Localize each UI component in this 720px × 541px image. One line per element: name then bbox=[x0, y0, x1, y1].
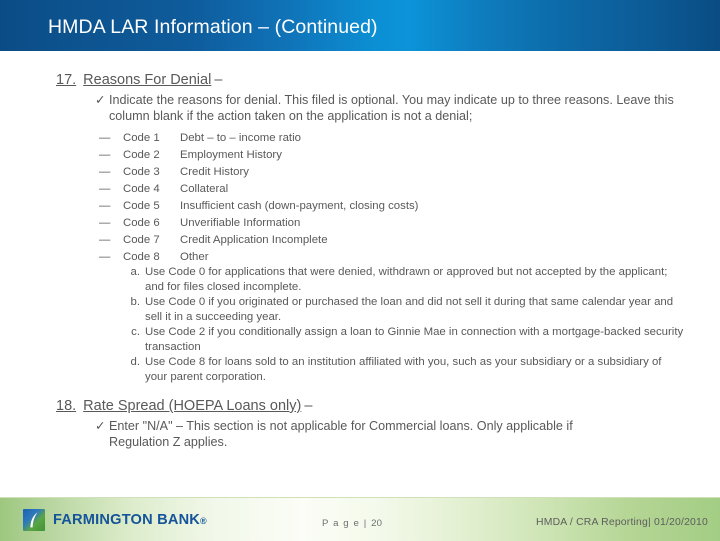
code-label: Code 7 bbox=[123, 234, 160, 246]
table-row: — Code 6 Unverifiable Information bbox=[99, 215, 418, 232]
code-label: Code 8 bbox=[123, 251, 160, 263]
note-label: a. bbox=[130, 266, 141, 278]
code-dash: — bbox=[99, 132, 111, 144]
note-label: c. bbox=[131, 326, 140, 338]
table-row: — Code 3 Credit History bbox=[99, 164, 418, 181]
note-text: Use Code 0 for applications that were de… bbox=[145, 266, 668, 293]
table-row: — Code 4 Collateral bbox=[99, 181, 418, 198]
slide-body: 17. Reasons For Denial – ✓ Indicate the re… bbox=[0, 51, 720, 491]
note-label: d. bbox=[130, 356, 141, 368]
item-17-bullet-text: Indicate the reasons for denial. This fi… bbox=[109, 93, 674, 123]
code-description: Debt – to – income ratio bbox=[180, 132, 301, 144]
code-dash: — bbox=[99, 149, 111, 161]
item-17-bullet: ✓ Indicate the reasons for denial. This … bbox=[95, 93, 680, 124]
footer-brand-wordmark: FARMINGTON BANK® bbox=[53, 512, 207, 528]
list-item: d. Use Code 8 for loans sold to an insti… bbox=[123, 355, 685, 385]
code-description: Credit History bbox=[180, 166, 249, 178]
item-18-title: Rate Spread (HOEPA Loans only) bbox=[83, 398, 302, 414]
code-label: Code 6 bbox=[123, 217, 160, 229]
code-dash: — bbox=[99, 166, 111, 178]
code-description: Other bbox=[180, 251, 209, 263]
code-label: Code 3 bbox=[123, 166, 160, 178]
denial-code-table: — Code 1 Debt – to – income ratio — Code… bbox=[99, 130, 418, 266]
table-row: — Code 5 Insufficient cash (down-payment… bbox=[99, 198, 418, 215]
item-18-bullet-text: Enter "N/A" – This section is not applic… bbox=[109, 419, 573, 449]
item-17-number: 17. bbox=[56, 72, 77, 88]
denial-notes-list: a. Use Code 0 for applications that were… bbox=[123, 265, 685, 385]
footer-doc-info: HMDA / CRA Reporting| 01/20/2010 bbox=[536, 517, 708, 528]
item-18-dash: – bbox=[304, 398, 313, 414]
code-description: Unverifiable Information bbox=[180, 217, 301, 229]
code-dash: — bbox=[99, 200, 111, 212]
page-indicator: P a g e | 20 bbox=[322, 518, 382, 529]
code-dash: — bbox=[99, 251, 111, 263]
item-18-bullet: ✓ Enter "N/A" – This section is not appl… bbox=[95, 419, 630, 450]
code-label: Code 4 bbox=[123, 183, 160, 195]
code-label: Code 1 bbox=[123, 132, 160, 144]
note-text: Use Code 0 if you originated or purchase… bbox=[145, 296, 674, 323]
check-icon: ✓ bbox=[95, 93, 106, 107]
slide-title-bar: HMDA LAR Information – (Continued) bbox=[0, 0, 720, 51]
page-number: 20 bbox=[371, 518, 383, 529]
code-description: Insufficient cash (down-payment, closing… bbox=[180, 200, 419, 212]
wordmark-trademark: ® bbox=[200, 516, 207, 526]
item-17-title: Reasons For Denial bbox=[83, 72, 212, 88]
code-label: Code 5 bbox=[123, 200, 160, 212]
code-description: Credit Application Incomplete bbox=[180, 234, 328, 246]
note-text: Use Code 8 for loans sold to an institut… bbox=[145, 356, 662, 383]
page-label: P a g e | bbox=[322, 518, 368, 529]
list-item-18-heading: 18. Rate Spread (HOEPA Loans only) – bbox=[56, 398, 312, 414]
note-label: b. bbox=[130, 296, 141, 308]
code-dash: — bbox=[99, 217, 111, 229]
item-17-dash: – bbox=[214, 72, 223, 88]
table-row: — Code 1 Debt – to – income ratio bbox=[99, 130, 418, 147]
table-row: — Code 2 Employment History bbox=[99, 147, 418, 164]
list-item: a. Use Code 0 for applications that were… bbox=[123, 265, 685, 295]
code-description: Collateral bbox=[180, 183, 229, 195]
table-row: — Code 8 Other bbox=[99, 249, 418, 266]
list-item: b. Use Code 0 if you originated or purch… bbox=[123, 295, 685, 325]
farmington-bank-leaf-logo-icon bbox=[23, 509, 45, 531]
table-row: — Code 7 Credit Application Incomplete bbox=[99, 232, 418, 249]
item-18-number: 18. bbox=[56, 398, 77, 414]
code-label: Code 2 bbox=[123, 149, 160, 161]
page-title: HMDA LAR Information – (Continued) bbox=[48, 16, 378, 38]
wordmark-text: FARMINGTON BANK bbox=[53, 512, 201, 528]
code-dash: — bbox=[99, 234, 111, 246]
leaf-icon bbox=[30, 512, 38, 528]
code-description: Employment History bbox=[180, 149, 282, 161]
list-item-17-heading: 17. Reasons For Denial – bbox=[56, 72, 222, 88]
code-dash: — bbox=[99, 183, 111, 195]
note-text: Use Code 2 if you conditionally assign a… bbox=[145, 326, 684, 353]
list-item: c. Use Code 2 if you conditionally assig… bbox=[123, 325, 685, 355]
check-icon: ✓ bbox=[95, 419, 106, 433]
